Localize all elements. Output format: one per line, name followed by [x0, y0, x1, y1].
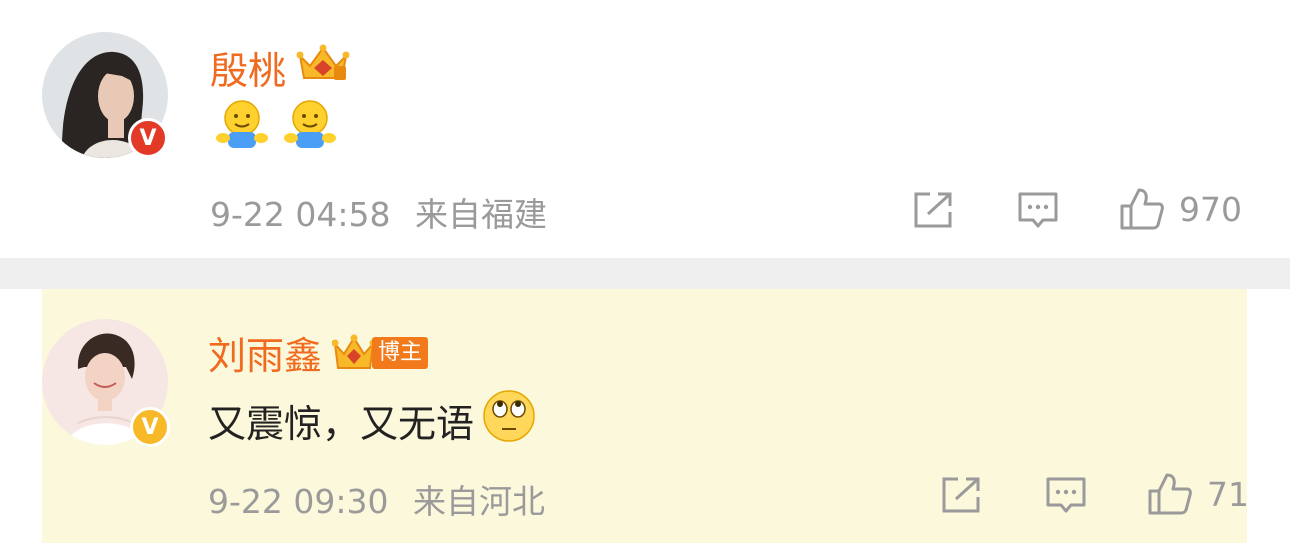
- verified-badge-icon: V: [128, 118, 168, 158]
- username[interactable]: 刘雨鑫 博主: [208, 325, 429, 380]
- timestamp: 9-22 04:58: [210, 195, 391, 234]
- crown-vip-icon: [332, 334, 377, 369]
- username-text[interactable]: 刘雨鑫: [208, 325, 322, 380]
- comment-meta: 9-22 09:30 来自河北: [208, 475, 559, 523]
- comment-meta: 9-22 04:58 来自福建: [210, 188, 561, 236]
- username-text[interactable]: 殷桃: [210, 40, 286, 95]
- blogger-badge: 博主: [332, 332, 429, 374]
- comment-item: V 殷桃 9-22 04:58 来自福建 970: [0, 0, 1290, 258]
- timestamp: 9-22 09:30: [208, 482, 389, 521]
- reply-button[interactable]: [1045, 475, 1087, 515]
- location: 来自福建: [415, 195, 547, 234]
- verified-badge-icon: V: [130, 407, 170, 447]
- thumbs-up-icon: [1148, 473, 1192, 515]
- like-button[interactable]: 970: [1119, 186, 1242, 232]
- comment-text: 又震惊，又无语: [208, 402, 475, 446]
- eye-roll-emoji-icon: [480, 387, 538, 454]
- crown-vip-icon: [296, 42, 350, 93]
- blogger-tag: 博主: [372, 336, 429, 369]
- comment-icon: [1018, 192, 1058, 228]
- separator: [0, 258, 1290, 289]
- comment-content: [214, 98, 338, 163]
- share-icon: [914, 192, 952, 228]
- like-count: 71: [1207, 474, 1249, 514]
- username[interactable]: 殷桃: [210, 40, 350, 95]
- reply-button[interactable]: [1017, 190, 1059, 230]
- comment-content: 又震惊，又无语: [208, 387, 538, 454]
- share-icon: [942, 477, 980, 513]
- like-count: 970: [1179, 189, 1242, 229]
- thumbs-up-icon: [1120, 188, 1164, 230]
- comment-item-highlighted: V 刘雨鑫 博主 又震惊，又无语 9-22 09:30 来自河北 71: [42, 289, 1249, 543]
- share-button[interactable]: [912, 190, 954, 230]
- share-button[interactable]: [940, 475, 982, 515]
- hug-emoji-icon: [214, 98, 270, 163]
- hug-emoji-icon: [282, 98, 338, 163]
- location: 来自河北: [413, 482, 545, 521]
- comment-icon: [1046, 477, 1086, 513]
- like-button[interactable]: 71: [1147, 471, 1249, 517]
